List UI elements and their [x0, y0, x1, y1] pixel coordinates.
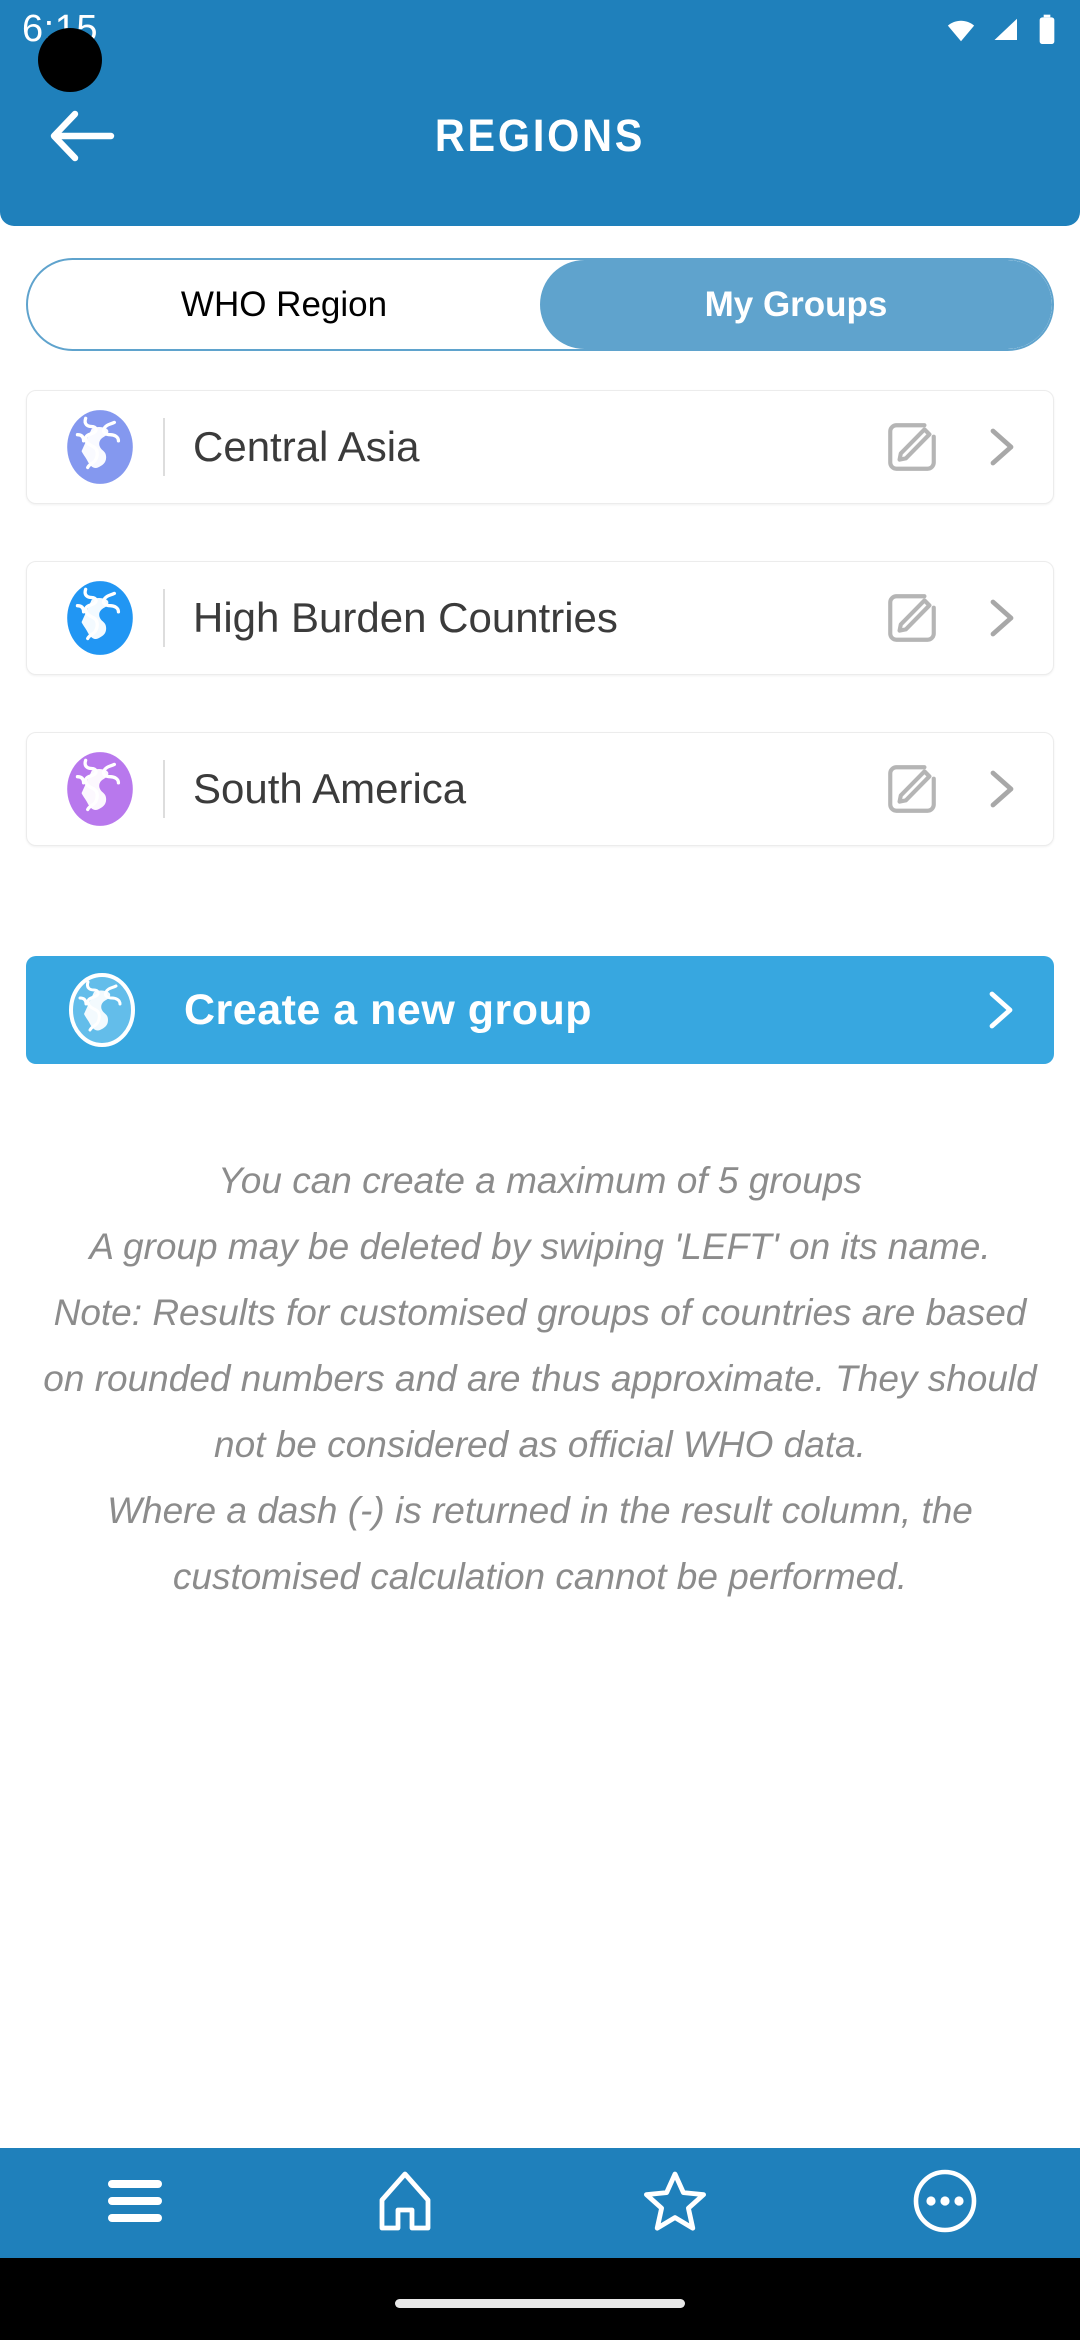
- create-new-group-label: Create a new group: [184, 985, 593, 1034]
- row-divider: [163, 418, 165, 476]
- gesture-nav-area: [0, 2258, 1080, 2340]
- globe-icon: [59, 406, 141, 488]
- group-list: Central Asia High Burden Countries South…: [26, 390, 1054, 903]
- help-line-delete: A group may be deleted by swiping 'LEFT'…: [89, 1226, 991, 1267]
- cellular-signal-icon: [990, 15, 1024, 50]
- more-ellipsis-icon: [911, 2167, 979, 2240]
- nav-item-more[interactable]: [810, 2148, 1080, 2258]
- app-screen: 6:15 REGIONS WHO Region: [0, 0, 1080, 2340]
- chevron-right-icon: [984, 988, 1018, 1032]
- tab-who-region[interactable]: WHO Region: [28, 260, 540, 349]
- tab-my-groups[interactable]: My Groups: [540, 260, 1052, 349]
- chevron-right-icon[interactable]: [985, 767, 1019, 811]
- app-header: 6:15 REGIONS: [0, 0, 1080, 226]
- camera-punch-hole: [38, 28, 102, 92]
- create-new-group-button[interactable]: Create a new group: [26, 956, 1054, 1064]
- help-text-block: You can create a maximum of 5 groups A g…: [30, 1148, 1050, 1610]
- nav-item-favourites[interactable]: [540, 2148, 810, 2258]
- edit-pencil-icon[interactable]: [883, 418, 941, 476]
- table-row[interactable]: Central Asia: [26, 390, 1054, 504]
- help-line-dash: Where a dash (-) is returned in the resu…: [107, 1490, 973, 1597]
- row-divider: [163, 589, 165, 647]
- star-icon: [642, 2168, 708, 2239]
- segmented-tab-control: WHO Region My Groups: [26, 258, 1054, 351]
- status-icons: [944, 14, 1058, 51]
- home-icon: [372, 2168, 438, 2239]
- group-name: Central Asia: [193, 423, 420, 470]
- help-line-max-groups: You can create a maximum of 5 groups: [218, 1160, 862, 1201]
- globe-icon: [59, 748, 141, 830]
- gesture-home-bar[interactable]: [395, 2299, 685, 2308]
- help-line-note: Note: Results for customised groups of c…: [43, 1292, 1037, 1465]
- table-row[interactable]: South America: [26, 732, 1054, 846]
- edit-pencil-icon[interactable]: [883, 589, 941, 647]
- row-divider: [163, 760, 165, 818]
- globe-outline-icon: [62, 970, 142, 1050]
- group-name: High Burden Countries: [193, 594, 618, 641]
- edit-pencil-icon[interactable]: [883, 760, 941, 818]
- hamburger-menu-icon: [104, 2174, 166, 2233]
- status-bar: 6:15: [0, 0, 1080, 92]
- page-title: REGIONS: [434, 110, 646, 161]
- chevron-right-icon[interactable]: [985, 425, 1019, 469]
- nav-item-menu[interactable]: [0, 2148, 270, 2258]
- battery-icon: [1036, 14, 1058, 51]
- chevron-right-icon[interactable]: [985, 596, 1019, 640]
- group-name: South America: [193, 765, 467, 812]
- table-row[interactable]: High Burden Countries: [26, 561, 1054, 675]
- nav-item-home[interactable]: [270, 2148, 540, 2258]
- bottom-navigation-bar: [0, 2148, 1080, 2258]
- wifi-icon: [944, 15, 978, 50]
- globe-icon: [59, 577, 141, 659]
